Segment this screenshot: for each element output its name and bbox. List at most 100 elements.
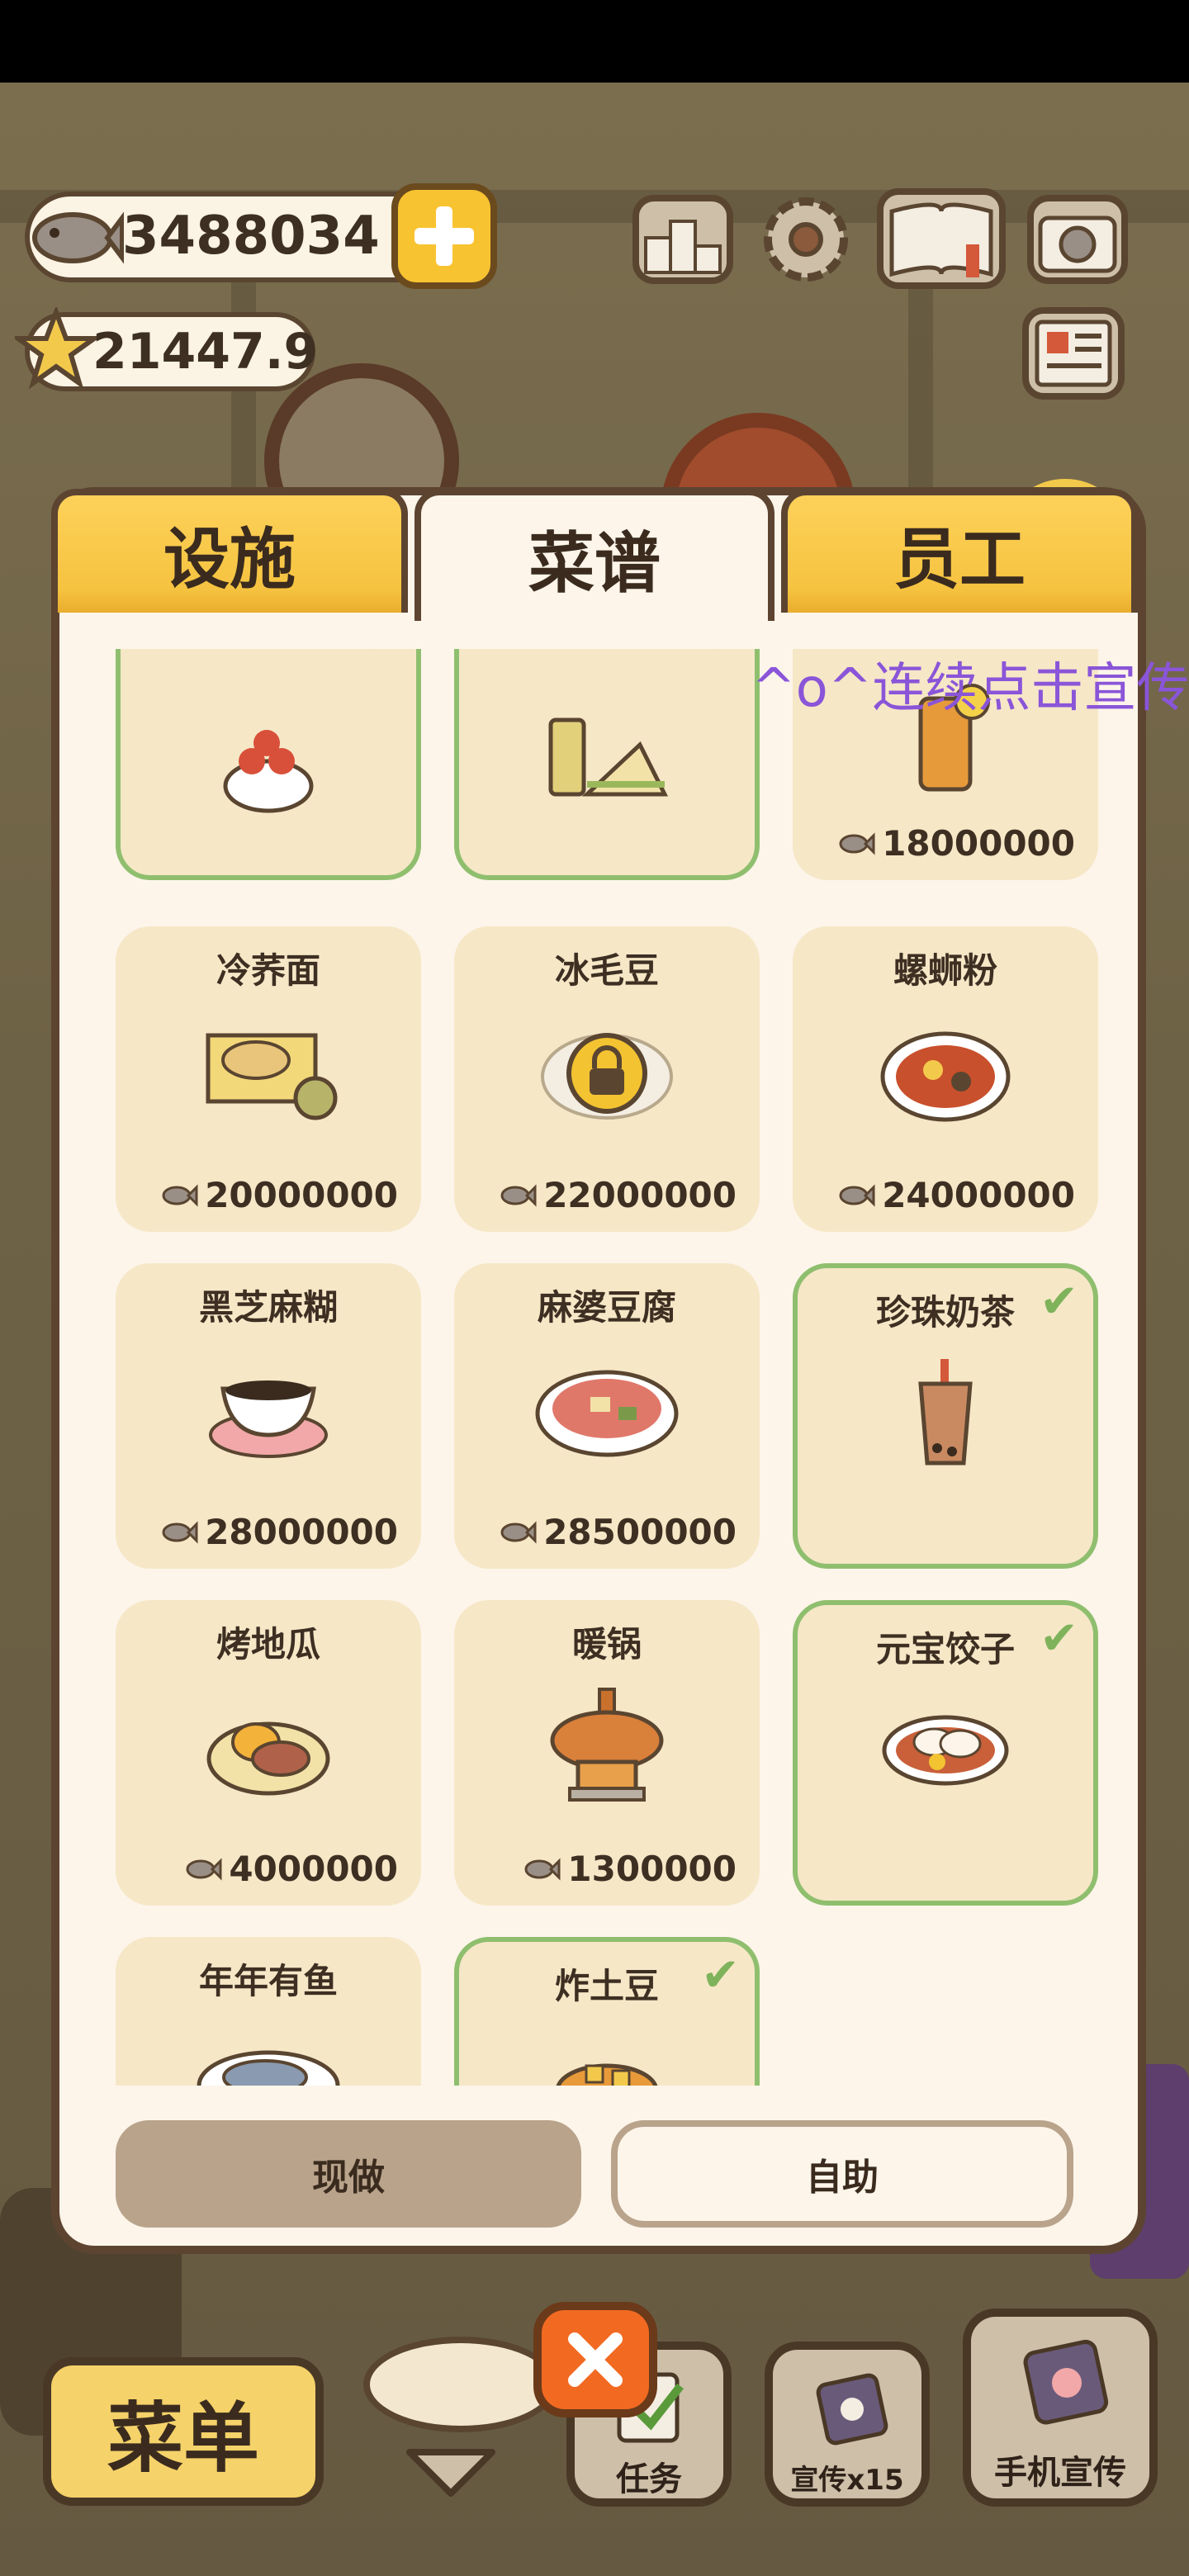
tab-staff-label: 员工 <box>893 521 1026 598</box>
recipe-name: 螺蛳粉 <box>893 950 997 991</box>
recipe-name: 冷荞面 <box>216 950 320 991</box>
fish-icon <box>500 1520 537 1544</box>
fish-dish-icon <box>197 2050 340 2086</box>
fish-amount: 3488034 <box>122 206 380 267</box>
menu-label: 菜单 <box>107 2394 259 2483</box>
tab-recipes-label: 菜谱 <box>528 525 661 602</box>
phone-flyer-icon <box>1023 2339 1109 2425</box>
sandwich-icon <box>548 717 669 797</box>
fish-icon <box>839 1183 875 1207</box>
menu-button[interactable]: 菜单 <box>43 2357 324 2506</box>
recipe-price-value: 1300000 <box>567 1849 737 1889</box>
recipe-card[interactable]: 冷荞面 20000000 <box>116 926 421 1232</box>
recipe-price: 24000000 <box>837 1175 1075 1215</box>
made-to-order-button[interactable]: 现做 <box>116 2120 581 2228</box>
add-currency-button[interactable] <box>391 183 497 289</box>
recipe-name: 暖锅 <box>571 1624 642 1664</box>
ranking-button[interactable] <box>632 195 733 284</box>
bubble-tea-icon <box>918 1359 973 1466</box>
recipe-card[interactable]: 元宝饺子 ✔ <box>793 1600 1098 1906</box>
flyer-icon <box>816 2373 888 2446</box>
recipe-book-button[interactable] <box>877 188 1006 289</box>
fish-icon <box>524 1857 561 1881</box>
recipe-price: 28500000 <box>499 1512 737 1552</box>
promo-hint-text: ^o^连续点击宣传招 <box>751 658 1189 719</box>
recipe-card[interactable]: 冰毛豆 22000000 <box>454 926 760 1232</box>
recipe-price-value: 18000000 <box>882 823 1075 864</box>
recipe-price: 20000000 <box>160 1175 398 1215</box>
fish-icon <box>32 211 124 264</box>
recipe-price: 1300000 <box>523 1849 737 1889</box>
newspaper-icon <box>1035 320 1112 387</box>
recipe-price: 22000000 <box>499 1175 737 1215</box>
roast-sweet-potato-icon <box>206 1721 330 1796</box>
recipe-card[interactable]: 珍珠奶茶 ✔ <box>793 1263 1098 1569</box>
recipe-card[interactable]: 烤地瓜 4000000 <box>116 1600 421 1906</box>
tab-facilities[interactable]: 设施 <box>51 489 408 613</box>
fish-icon <box>839 831 875 855</box>
recipe-name: 黑芝麻糊 <box>198 1287 338 1328</box>
recipe-card[interactable]: 黑芝麻糊 28000000 <box>116 1263 421 1569</box>
recipe-price-value: 20000000 <box>205 1175 398 1215</box>
fish-icon <box>500 1183 537 1207</box>
camera-icon <box>1038 215 1117 273</box>
close-panel-button[interactable] <box>533 2302 657 2417</box>
fish-icon <box>162 1183 198 1207</box>
phone-promo-button[interactable]: 手机宣传 <box>963 2308 1158 2507</box>
recipe-name: 麻婆豆腐 <box>537 1287 676 1328</box>
owned-check-icon: ✔ <box>1040 1612 1078 1665</box>
snail-noodle-icon <box>880 1031 1011 1122</box>
gear-icon <box>764 197 848 282</box>
self-service-label: 自助 <box>806 2157 879 2199</box>
recipe-price-value: 28000000 <box>205 1512 398 1552</box>
cold-soba-icon <box>206 1033 338 1120</box>
recipe-price: 18000000 <box>837 823 1075 864</box>
star-icon <box>15 307 97 390</box>
lock-icon <box>541 1033 673 1120</box>
podium-icon <box>644 220 722 274</box>
owned-check-icon: ✔ <box>701 649 740 665</box>
recipe-name: 烤地瓜 <box>216 1624 320 1664</box>
black-sesame-paste-icon <box>209 1380 328 1458</box>
book-icon <box>889 202 993 277</box>
recipe-price: 28000000 <box>160 1512 398 1552</box>
recipe-card[interactable]: 暖锅 1300000 <box>454 1600 760 1906</box>
promo-button[interactable]: 宣传x15 <box>765 2342 930 2507</box>
recipe-card[interactable]: 麻婆豆腐 28500000 <box>454 1263 760 1569</box>
recipe-price-value: 22000000 <box>543 1175 737 1215</box>
recipe-price: 4000000 <box>184 1849 398 1889</box>
settings-button[interactable] <box>755 188 857 291</box>
recipe-price-value: 28500000 <box>543 1512 737 1552</box>
owned-check-icon: ✔ <box>701 1949 740 2002</box>
self-service-button[interactable]: 自助 <box>611 2120 1073 2228</box>
fried-potato-icon <box>556 2063 658 2086</box>
fish-icon <box>162 1520 198 1544</box>
tab-recipes[interactable]: 菜谱 <box>414 489 775 621</box>
strawberry-shaved-ice-icon <box>223 730 314 813</box>
tab-facilities-label: 设施 <box>163 521 296 598</box>
fish-icon <box>186 1857 222 1881</box>
newspaper-button[interactable] <box>1022 307 1125 400</box>
recipe-card[interactable]: ✔ <box>454 649 760 880</box>
hot-pot-icon <box>550 1688 664 1802</box>
recipe-name: 冰毛豆 <box>554 950 659 991</box>
recipe-grid[interactable]: ✔ ✔ 18000000 冷荞面 20000000 冰毛 <box>59 649 1130 2086</box>
owned-check-icon: ✔ <box>1040 1275 1078 1328</box>
tasks-label: 任务 <box>616 2460 682 2498</box>
recipe-price-value: 4000000 <box>229 1849 398 1889</box>
recipe-card[interactable]: 年年有鱼 <box>116 1937 421 2086</box>
recipe-card[interactable]: ✔ <box>116 649 421 880</box>
made-to-order-label: 现做 <box>312 2157 385 2199</box>
camera-button[interactable] <box>1027 195 1128 284</box>
plus-icon <box>414 206 474 266</box>
plate-decoration <box>363 2337 558 2432</box>
recipe-card[interactable]: 炸土豆 ✔ <box>454 1937 760 2086</box>
owned-check-icon: ✔ <box>362 649 401 665</box>
promo-label: 宣传x15 <box>790 2464 904 2497</box>
recipe-name: 年年有鱼 <box>198 1961 338 2001</box>
close-icon <box>568 2332 623 2387</box>
tab-staff[interactable]: 员工 <box>781 489 1138 613</box>
recipe-card[interactable]: 螺蛳粉 24000000 <box>793 926 1098 1232</box>
chevron-down-icon[interactable] <box>401 2444 500 2502</box>
recipe-price-value: 24000000 <box>882 1175 1075 1215</box>
